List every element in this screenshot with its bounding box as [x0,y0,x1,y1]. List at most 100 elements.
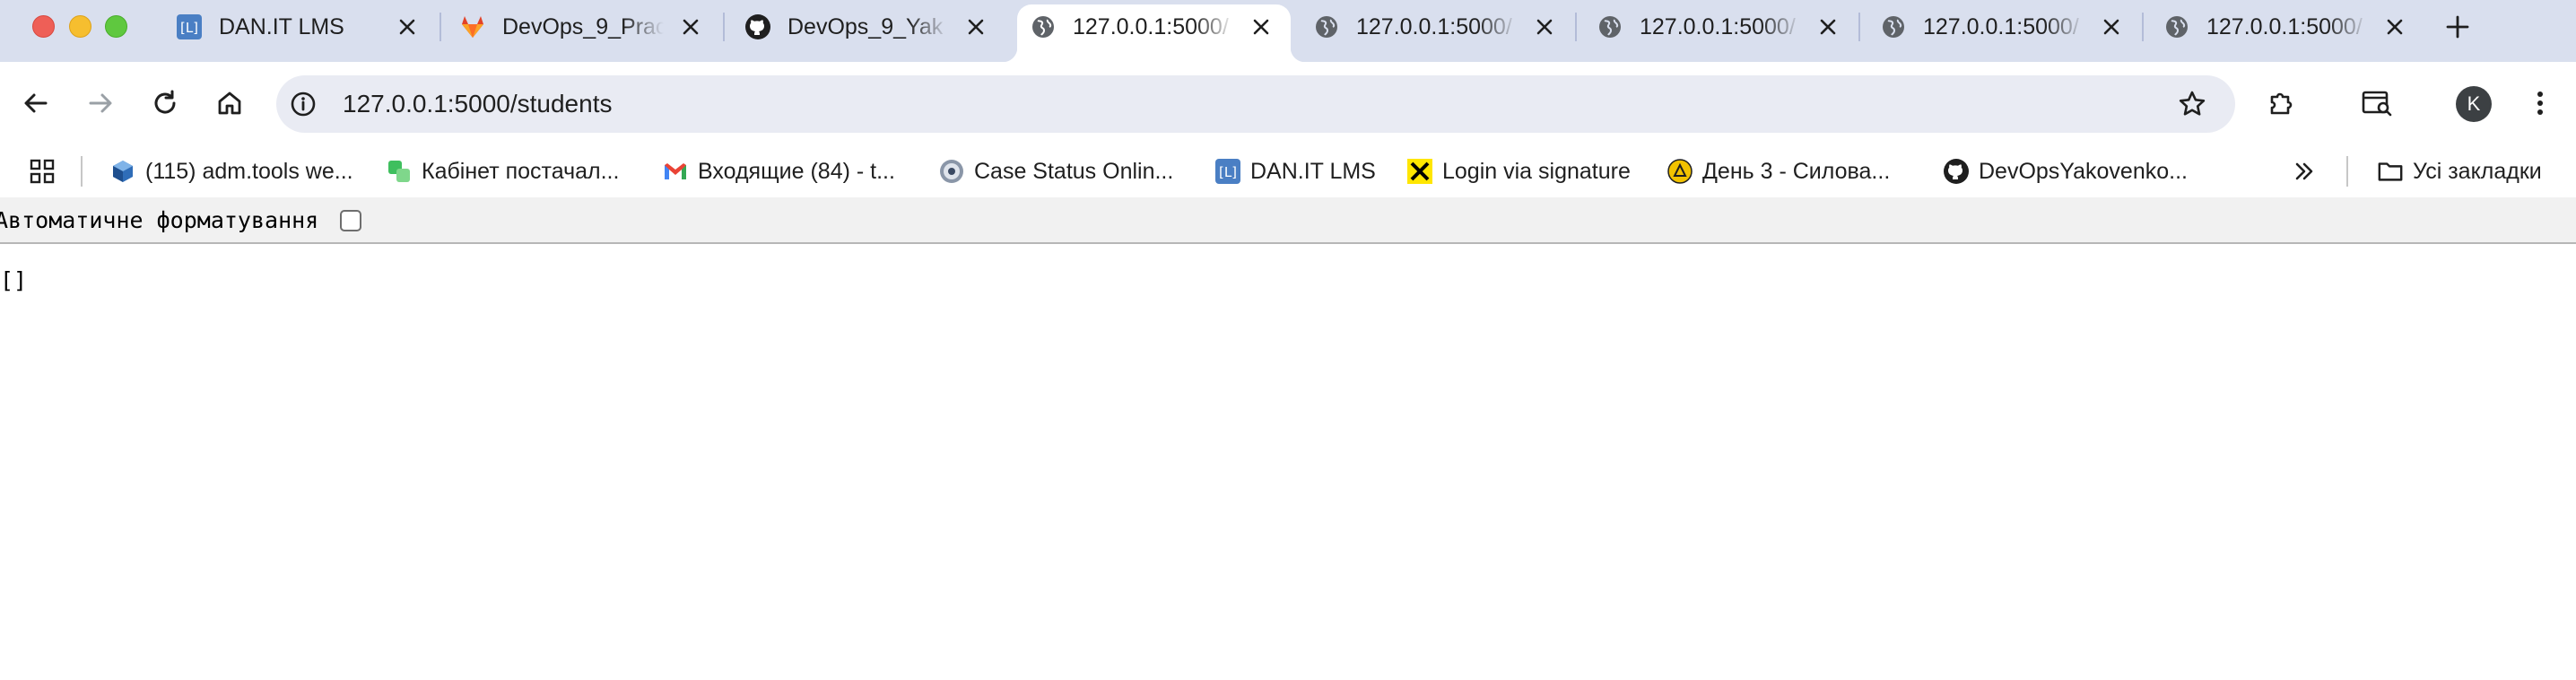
gmail-icon [662,158,689,185]
apps-button[interactable] [29,156,65,187]
address-bar[interactable]: 127.0.0.1:5000/students [276,75,2235,133]
arrow-right-icon [89,93,112,113]
tab-title: 127.0.0.1:5000/ [1073,14,1229,39]
bookmark-item[interactable]: DevOpsYakovenko... [1943,156,2188,187]
plus-icon [2446,15,2469,39]
pretty-print-label[interactable]: Автоматичне форматування [0,208,318,233]
close-tab-icon[interactable] [1814,13,1842,41]
tab[interactable]: DevOps_9_Yak [744,0,996,54]
globe-icon [1597,13,1623,40]
tab[interactable]: DevOps_9_Prac [459,0,710,54]
all-bookmarks-label: Усі закладки [2413,158,2542,184]
uscis-seal-icon [938,158,965,185]
all-bookmarks-button[interactable]: Усі закладки [2377,156,2542,187]
json-response-body: [] [0,267,28,293]
bookmark-item[interactable]: Входящие (84) - t... [662,156,895,187]
bookmark-label: Login via signature [1442,158,1631,184]
tab-title: DevOps_9_Prac [502,14,664,39]
tab[interactable]: 127.0.0.1:5000/ [1880,0,2131,54]
fullscreen-window-button[interactable] [105,15,127,38]
tab-separator [2142,13,2144,41]
globe-icon [2163,13,2190,40]
tab-title: 127.0.0.1:5000/ [1356,14,1512,39]
dan-it-lms-icon: [L] [1214,158,1241,185]
bookmark-item[interactable]: Кабінет постачал... [386,156,619,187]
close-tab-icon[interactable] [1247,13,1275,41]
adm-tools-icon [109,158,136,185]
bookmark-item[interactable]: Login via signature [1406,156,1631,187]
tab-search-icon [2362,91,2392,117]
bookmarks-separator [81,156,83,187]
close-tab-icon[interactable] [1530,13,1559,41]
svg-text:[L]: [L] [1219,164,1237,180]
tab[interactable]: 127.0.0.1:5000/ [1597,0,1848,54]
bookmark-star-icon[interactable] [2176,88,2208,120]
bookmark-item[interactable]: [L] DAN.IT LMS [1214,156,1376,187]
raiffeisen-icon [1406,158,1433,185]
tab-active[interactable]: 127.0.0.1:5000/ [1030,0,1281,54]
extensions-button[interactable] [2260,82,2303,125]
url-text[interactable]: 127.0.0.1:5000/students [343,90,612,118]
forward-button[interactable] [79,82,122,125]
bookmarks-bar: (115) adm.tools we... Кабінет постачал..… [0,145,2576,197]
home-button[interactable] [208,82,251,125]
more-vertical-icon [2537,92,2543,115]
new-tab-button[interactable] [2441,11,2474,43]
double-chevron-right-icon [2295,162,2313,180]
bookmark-item[interactable]: (115) adm.tools we... [109,156,353,187]
tab-strip: [L] DAN.IT LMS DevOps_9_Prac DevOps_9_Ya… [0,0,2576,62]
bookmark-label: Case Status Onlin... [974,158,1174,184]
bookmark-item[interactable]: Case Status Onlin... [938,156,1173,187]
close-tab-icon[interactable] [962,13,990,41]
tab[interactable]: [L] DAN.IT LMS [176,0,427,54]
tab-search-button[interactable] [2355,82,2398,125]
profile-avatar[interactable]: K [2456,86,2492,122]
tab-title: 127.0.0.1:5000/ [1923,14,2079,39]
reload-icon [154,90,176,114]
bookmark-label: (115) adm.tools we... [145,158,353,184]
bookmark-item[interactable]: День 3 - Силова... [1667,156,1890,187]
folder-icon [2377,158,2404,185]
close-window-button[interactable] [32,15,55,38]
close-tab-icon[interactable] [393,13,422,41]
bookmark-label: DAN.IT LMS [1250,158,1376,184]
tab-separator [1575,13,1577,41]
tab-separator [1858,13,1860,41]
github-icon [1943,158,1970,185]
pretty-print-checkbox[interactable] [340,210,361,231]
globe-icon [1030,13,1057,40]
back-button[interactable] [14,82,57,125]
tab-title: DAN.IT LMS [219,14,344,39]
bookmark-label: Входящие (84) - t... [698,158,895,184]
menu-button[interactable] [2519,82,2562,125]
globe-icon [1880,13,1907,40]
globe-icon [1313,13,1340,40]
gitlab-icon [459,13,486,40]
site-info-icon[interactable] [289,90,318,118]
minimize-window-button[interactable] [69,15,91,38]
arrow-left-icon [24,93,48,113]
github-icon [744,13,771,40]
tab[interactable]: 127.0.0.1:5000/ [2163,0,2415,54]
tab[interactable]: 127.0.0.1:5000/ [1313,0,1564,54]
bookmarks-overflow-button[interactable] [2293,156,2316,187]
reload-button[interactable] [144,82,187,125]
tab-separator [723,13,725,41]
tab-title: DevOps_9_Yak [788,14,944,39]
bookmarks-separator [2346,156,2348,187]
bookmark-label: Кабінет постачал... [422,158,620,184]
tab-title: 127.0.0.1:5000/ [2206,14,2363,39]
dan-it-lms-icon: [L] [176,13,203,40]
pretty-print-bar: Автоматичне форматування [0,197,2576,244]
svg-text:[L]: [L] [180,20,198,36]
close-tab-icon[interactable] [2097,13,2126,41]
cabinet-icon [386,158,413,185]
tab-title: 127.0.0.1:5000/ [1640,14,1796,39]
puzzle-icon [2270,92,2293,115]
close-tab-icon[interactable] [676,13,705,41]
close-tab-icon[interactable] [2380,13,2409,41]
home-icon [218,92,241,115]
bookmark-label: День 3 - Силова... [1702,158,1891,184]
training-icon [1667,158,1693,185]
tab-separator [439,13,441,41]
